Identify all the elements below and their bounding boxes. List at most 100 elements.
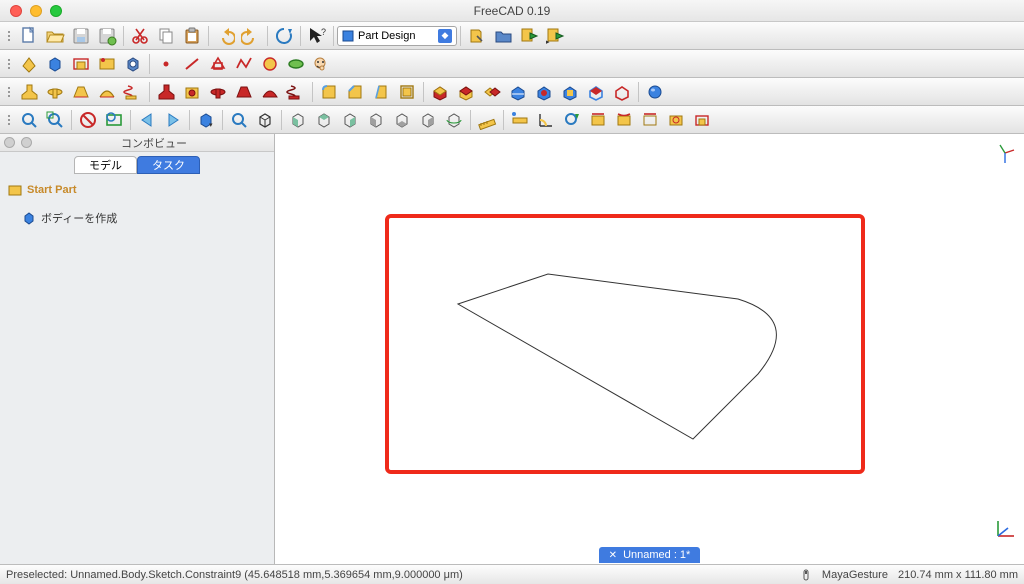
view-iso-button[interactable] xyxy=(252,108,278,132)
grip-icon[interactable] xyxy=(4,80,14,104)
bool-8-button[interactable] xyxy=(609,80,635,104)
sketch-ellipse-button[interactable] xyxy=(283,52,309,76)
draw-style-button[interactable] xyxy=(75,108,101,132)
thickness-button[interactable] xyxy=(394,80,420,104)
bounding-box-button[interactable] xyxy=(101,108,127,132)
hole-button[interactable] xyxy=(179,80,205,104)
loft-button[interactable] xyxy=(68,80,94,104)
new-file-button[interactable] xyxy=(16,24,42,48)
view-top-button[interactable] xyxy=(311,108,337,132)
panel-close-icon[interactable] xyxy=(4,137,15,148)
sweep-button[interactable] xyxy=(94,80,120,104)
refresh-button[interactable] xyxy=(271,24,297,48)
view-rotate-button[interactable] xyxy=(441,108,467,132)
bool-5-button[interactable] xyxy=(531,80,557,104)
sketch-line-button[interactable] xyxy=(179,52,205,76)
viewport-3d[interactable]: ✕ Unnamed : 1* xyxy=(275,134,1024,564)
close-icon[interactable] xyxy=(10,5,22,17)
toggle-5-button[interactable] xyxy=(689,108,715,132)
view-front-button[interactable] xyxy=(285,108,311,132)
svg-text:?: ? xyxy=(321,27,326,37)
create-isometric-button[interactable] xyxy=(120,52,146,76)
panel-undock-icon[interactable] xyxy=(21,137,32,148)
macro-run-alt-button[interactable]: ▸ xyxy=(542,24,568,48)
measure-angular-button[interactable] xyxy=(533,108,559,132)
chamfer-button[interactable] xyxy=(342,80,368,104)
sketch-rect-button[interactable] xyxy=(205,52,231,76)
document-tab[interactable]: ✕ Unnamed : 1* xyxy=(599,547,701,563)
bool-2-button[interactable] xyxy=(453,80,479,104)
pad-button[interactable] xyxy=(16,80,42,104)
whats-this-button[interactable]: ? xyxy=(304,24,330,48)
close-tab-icon[interactable]: ✕ xyxy=(609,550,617,561)
pocket-button[interactable] xyxy=(153,80,179,104)
measure-button[interactable] xyxy=(474,108,500,132)
minimize-icon[interactable] xyxy=(30,5,42,17)
datum-button[interactable] xyxy=(16,52,42,76)
sub-loft-button[interactable] xyxy=(231,80,257,104)
maximize-icon[interactable] xyxy=(50,5,62,17)
fillet-button[interactable] xyxy=(316,80,342,104)
grip-icon[interactable] xyxy=(4,24,14,48)
nav-right-button[interactable] xyxy=(160,108,186,132)
sketch-circle-button[interactable] xyxy=(257,52,283,76)
create-clone-button[interactable] xyxy=(94,52,120,76)
toggle-4-button[interactable] xyxy=(663,108,689,132)
axis-indicator-tr xyxy=(994,142,1016,164)
fit-all-button[interactable] xyxy=(16,108,42,132)
toggle-3-button[interactable] xyxy=(637,108,663,132)
toolbar-row-features xyxy=(0,78,1024,106)
sketch-polyline-button[interactable] xyxy=(231,52,257,76)
nav-left-button[interactable] xyxy=(134,108,160,132)
tab-tasks[interactable]: タスク xyxy=(137,156,200,174)
folder-icon xyxy=(8,183,22,197)
status-nav-style[interactable]: MayaGesture xyxy=(822,569,888,581)
workbench-selector[interactable]: Part Design ◆ xyxy=(337,26,457,46)
macro-folder-button[interactable] xyxy=(490,24,516,48)
helix-button[interactable] xyxy=(120,80,146,104)
sub-sweep-button[interactable] xyxy=(257,80,283,104)
cut-button[interactable] xyxy=(127,24,153,48)
tab-model[interactable]: モデル xyxy=(74,156,137,174)
bool-7-button[interactable] xyxy=(583,80,609,104)
sub-helix-button[interactable] xyxy=(283,80,309,104)
fit-selection-button[interactable] xyxy=(42,108,68,132)
save-as-button[interactable] xyxy=(94,24,120,48)
copy-button[interactable] xyxy=(153,24,179,48)
view-bottom-button[interactable] xyxy=(389,108,415,132)
toggle-1-button[interactable] xyxy=(585,108,611,132)
redo-button[interactable] xyxy=(238,24,264,48)
undo-button[interactable] xyxy=(212,24,238,48)
view-rear-button[interactable] xyxy=(363,108,389,132)
zoom-button[interactable] xyxy=(226,108,252,132)
sphere-vis-button[interactable] xyxy=(642,80,668,104)
bool-3-button[interactable] xyxy=(479,80,505,104)
open-file-button[interactable] xyxy=(42,24,68,48)
save-button[interactable] xyxy=(68,24,94,48)
bool-4-button[interactable] xyxy=(505,80,531,104)
draft-button[interactable] xyxy=(368,80,394,104)
bool-6-button[interactable] xyxy=(557,80,583,104)
view-left-button[interactable] xyxy=(415,108,441,132)
revolution-button[interactable] xyxy=(42,80,68,104)
toggle-2-button[interactable] xyxy=(611,108,637,132)
create-body-button[interactable] xyxy=(42,52,68,76)
bool-1-button[interactable] xyxy=(427,80,453,104)
view-right-button[interactable] xyxy=(337,108,363,132)
sketch-point-button[interactable] xyxy=(153,52,179,76)
grip-icon[interactable] xyxy=(4,52,14,76)
grip-icon[interactable] xyxy=(4,108,14,132)
svg-text:▸: ▸ xyxy=(546,39,550,46)
tree-child[interactable]: ボディーを作成 xyxy=(22,208,266,228)
macro-record-button[interactable] xyxy=(464,24,490,48)
sketch-drawstyle-button[interactable] xyxy=(309,52,335,76)
status-bar: Preselected: Unnamed.Body.Sketch.Constra… xyxy=(0,564,1024,584)
tree-root[interactable]: Start Part xyxy=(8,180,266,200)
groove-button[interactable] xyxy=(205,80,231,104)
macro-run-button[interactable] xyxy=(516,24,542,48)
create-shapebinder-button[interactable] xyxy=(68,52,94,76)
measure-refresh-button[interactable] xyxy=(559,108,585,132)
measure-linear-button[interactable] xyxy=(507,108,533,132)
paste-button[interactable] xyxy=(179,24,205,48)
camera-menu-button[interactable]: ▾ xyxy=(193,108,219,132)
